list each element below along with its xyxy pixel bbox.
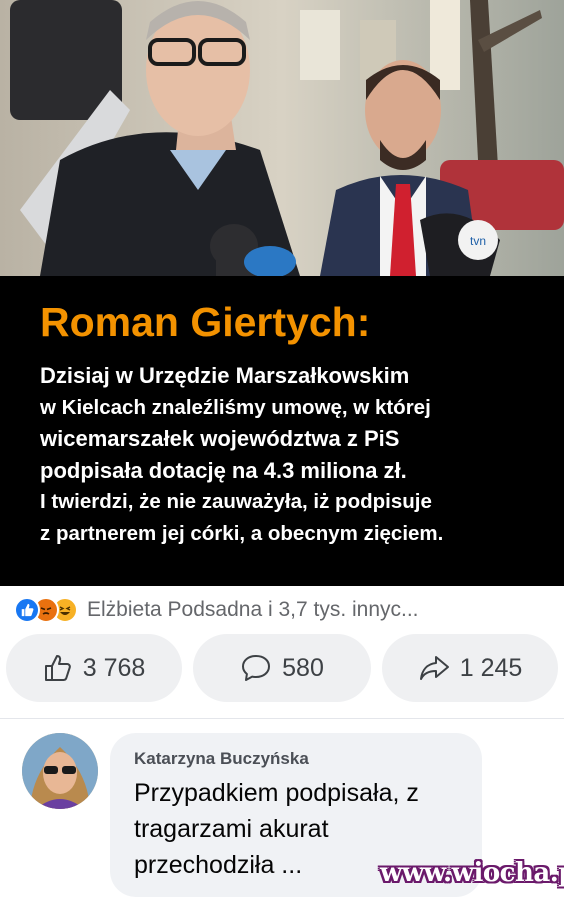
comment-text-line: Przypadkiem podpisała, z <box>134 779 419 807</box>
quote-line: I twierdzi, że nie zauważyła, iż podpisu… <box>40 490 432 513</box>
share-count: 1 245 <box>459 653 523 682</box>
like-icon <box>14 597 40 623</box>
commenter-avatar-image <box>22 733 98 809</box>
share-arrow-icon <box>419 656 449 680</box>
reactions-summary-text[interactable]: Elżbieta Podsadna i 3,7 tys. innyc... <box>87 598 419 622</box>
quote-line: z partnerem jej córki, a obecnym zięciem… <box>40 521 444 545</box>
post-photo[interactable]: tvn <box>0 0 564 276</box>
quote-line: Dzisiaj w Urzędzie Marszałkowskim <box>40 363 410 388</box>
thumbs-up-icon <box>44 655 71 681</box>
share-button[interactable]: 1 245 <box>382 634 558 702</box>
comment-count: 580 <box>282 653 324 682</box>
post-actions: 3 768 580 1 245 <box>0 634 564 704</box>
quote-line: w Kielcach znaleźliśmy umowę, w której <box>40 395 431 419</box>
like-count: 3 768 <box>82 653 146 682</box>
comment-button[interactable]: 580 <box>193 634 371 702</box>
watermark: www.wiocha.pl <box>380 858 564 888</box>
section-divider <box>0 718 564 719</box>
quote-line: podpisała dotację na 4.3 miliona zł. <box>40 457 407 483</box>
avatar[interactable] <box>22 733 98 809</box>
like-button[interactable]: 3 768 <box>6 634 182 702</box>
press-conference-photo: tvn <box>0 0 564 276</box>
comment-text-line: tragarzami akurat <box>134 815 329 843</box>
comment-bubble-icon <box>242 655 271 681</box>
quote-title: Roman Giertych: <box>40 299 371 345</box>
quote-card: Roman Giertych: Dzisiaj w Urzędzie Marsz… <box>0 276 564 586</box>
comment-author[interactable]: Katarzyna Buczyńska <box>134 749 460 769</box>
quote-line: wicemarszałek województwa z PiS <box>40 426 400 451</box>
svg-text:tvn: tvn <box>470 234 486 248</box>
reactions-summary[interactable]: Elżbieta Podsadna i 3,7 tys. innyc... <box>0 586 564 634</box>
